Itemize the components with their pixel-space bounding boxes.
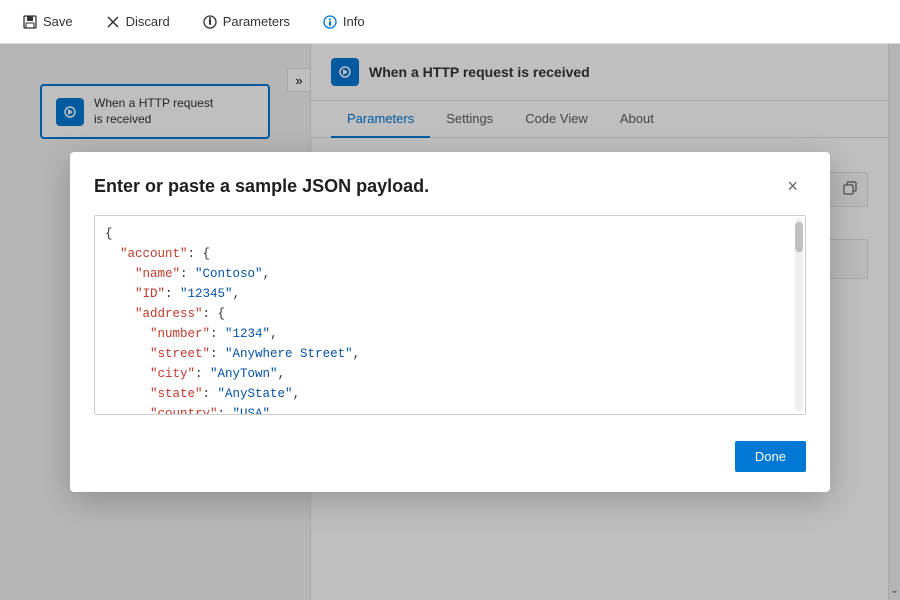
json-line: "state": "AnyState", [105,384,795,404]
json-line: "name": "Contoso", [105,264,795,284]
json-scrollbar-thumb [795,222,803,252]
json-line: "ID": "12345", [105,284,795,304]
parameters-icon [202,14,218,30]
done-button[interactable]: Done [735,441,806,472]
json-line: "address": { [105,304,795,324]
modal-header: Enter or paste a sample JSON payload. × [70,152,830,215]
info-label: Info [343,14,365,29]
discard-button[interactable]: Discard [99,10,176,34]
modal-dialog: Enter or paste a sample JSON payload. × … [70,152,830,492]
json-line: "city": "AnyTown", [105,364,795,384]
json-scrollbar[interactable] [795,218,803,412]
modal-title: Enter or paste a sample JSON payload. [94,176,429,197]
save-label: Save [43,14,73,29]
discard-label: Discard [126,14,170,29]
discard-icon [105,14,121,30]
modal-close-button[interactable]: × [779,172,806,201]
json-line: "number": "1234", [105,324,795,344]
json-line: "country": "USA" [105,404,795,415]
info-icon [322,14,338,30]
save-button[interactable]: Save [16,10,79,34]
parameters-label: Parameters [223,14,290,29]
toolbar: Save Discard Parameters In [0,0,900,44]
modal-overlay: Enter or paste a sample JSON payload. × … [0,44,900,600]
close-icon: × [787,176,798,197]
json-line: "account": { [105,244,795,264]
info-button[interactable]: Info [316,10,371,34]
save-icon [22,14,38,30]
modal-body: { "account": { "name": "Contoso", "ID": … [70,215,830,431]
modal-footer: Done [70,431,830,492]
json-editor[interactable]: { "account": { "name": "Contoso", "ID": … [94,215,806,415]
json-line: { [105,224,795,244]
parameters-button[interactable]: Parameters [196,10,296,34]
json-line: "street": "Anywhere Street", [105,344,795,364]
